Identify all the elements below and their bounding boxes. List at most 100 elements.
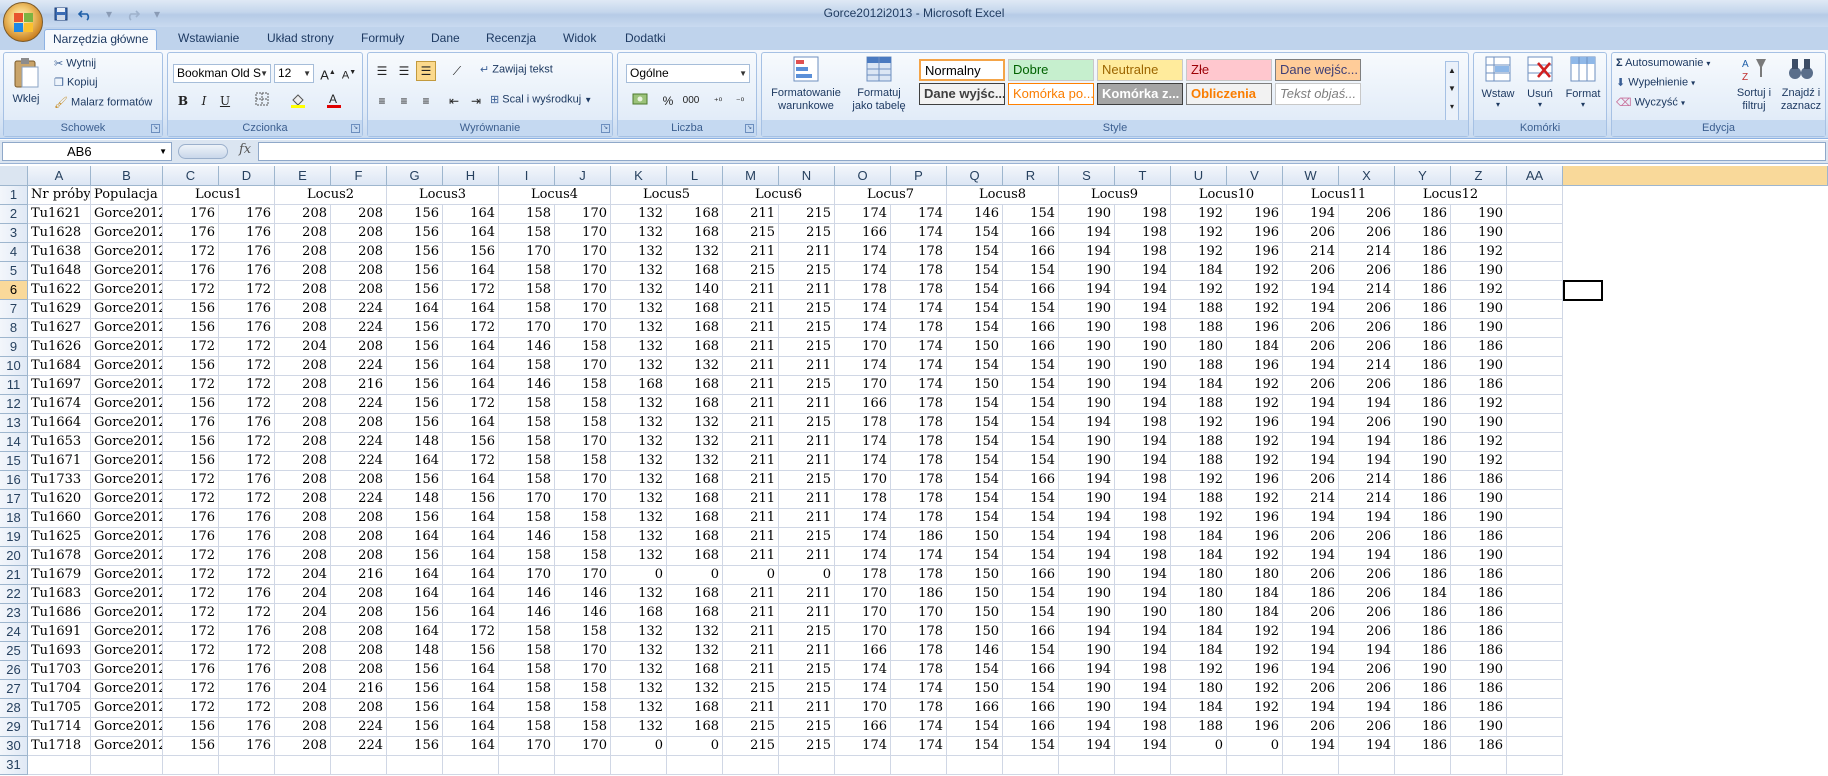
- cell[interactable]: Tu1683: [28, 585, 91, 604]
- cell[interactable]: 168: [611, 604, 667, 623]
- cell[interactable]: 154: [947, 300, 1003, 319]
- cell[interactable]: 132: [611, 300, 667, 319]
- worksheet-grid[interactable]: A B C D E F G H I J K L M N O P Q R S T U V W X Y Z AA 1 2 3 4 5 6 7 8 9 10…: [0, 166, 1828, 776]
- cell[interactable]: 154: [1003, 604, 1059, 623]
- cell[interactable]: 194: [1115, 490, 1171, 509]
- column-header-s[interactable]: S: [1059, 166, 1115, 186]
- cell[interactable]: [91, 756, 163, 775]
- cell[interactable]: 224: [331, 395, 387, 414]
- cell[interactable]: 208: [275, 661, 331, 680]
- align-right-button[interactable]: ≡: [416, 91, 436, 111]
- cell[interactable]: 140: [667, 281, 723, 300]
- cell[interactable]: 172: [163, 281, 219, 300]
- cell[interactable]: 150: [947, 528, 1003, 547]
- active-cell-cursor[interactable]: [1563, 280, 1603, 301]
- cell[interactable]: 211: [723, 699, 779, 718]
- cell[interactable]: 186: [1451, 642, 1507, 661]
- cell[interactable]: 164: [443, 205, 499, 224]
- cell[interactable]: [1507, 528, 1563, 547]
- cell[interactable]: 156: [387, 224, 443, 243]
- cell[interactable]: 132: [611, 547, 667, 566]
- cell[interactable]: Gorce2012: [91, 699, 163, 718]
- cell[interactable]: 194: [1115, 433, 1171, 452]
- cell[interactable]: Gorce2012: [91, 433, 163, 452]
- cell[interactable]: 208: [331, 471, 387, 490]
- row-header-12[interactable]: 12: [0, 395, 28, 414]
- cell[interactable]: 208: [331, 699, 387, 718]
- cell[interactable]: Tu1653: [28, 433, 91, 452]
- column-header-g[interactable]: G: [387, 166, 443, 186]
- cell[interactable]: 156: [387, 471, 443, 490]
- cell[interactable]: 211: [723, 490, 779, 509]
- cell[interactable]: 211: [723, 452, 779, 471]
- gallery-scroll[interactable]: ▲ ▼ ▾: [1445, 61, 1459, 121]
- cell[interactable]: 164: [443, 509, 499, 528]
- cell[interactable]: 190: [1451, 319, 1507, 338]
- cell[interactable]: 215: [779, 338, 835, 357]
- copy-button[interactable]: ❐ Kopiuj: [54, 76, 98, 89]
- row-header-24[interactable]: 24: [0, 623, 28, 642]
- cell[interactable]: 164: [443, 680, 499, 699]
- cell[interactable]: 194: [1115, 452, 1171, 471]
- cell[interactable]: 168: [667, 585, 723, 604]
- cell[interactable]: 168: [667, 528, 723, 547]
- cell[interactable]: Gorce2012: [91, 661, 163, 680]
- cell[interactable]: 168: [667, 661, 723, 680]
- cell[interactable]: 158: [555, 452, 611, 471]
- cell[interactable]: 184: [1171, 547, 1227, 566]
- cell[interactable]: 211: [723, 300, 779, 319]
- cell[interactable]: 176: [219, 319, 275, 338]
- cell[interactable]: 186: [1395, 471, 1451, 490]
- cell[interactable]: 172: [163, 547, 219, 566]
- row-header-19[interactable]: 19: [0, 528, 28, 547]
- cell[interactable]: 164: [443, 718, 499, 737]
- cell[interactable]: 194: [1283, 623, 1339, 642]
- cell[interactable]: 208: [331, 661, 387, 680]
- cell[interactable]: [947, 756, 1003, 775]
- cell[interactable]: 206: [1283, 338, 1339, 357]
- cell[interactable]: 190: [1059, 433, 1115, 452]
- cell[interactable]: [611, 756, 667, 775]
- cell[interactable]: 186: [1395, 528, 1451, 547]
- cell[interactable]: 194: [1283, 737, 1339, 756]
- cell[interactable]: 190: [1451, 661, 1507, 680]
- cell[interactable]: 164: [387, 452, 443, 471]
- cell[interactable]: 132: [611, 585, 667, 604]
- cell[interactable]: 158: [555, 376, 611, 395]
- cell[interactable]: 186: [891, 528, 947, 547]
- cell[interactable]: Tu1705: [28, 699, 91, 718]
- cell[interactable]: 215: [779, 319, 835, 338]
- cell[interactable]: 211: [723, 623, 779, 642]
- cell[interactable]: 178: [891, 262, 947, 281]
- cell-style-9[interactable]: Obliczenia: [1186, 83, 1272, 105]
- column-header-m[interactable]: M: [723, 166, 779, 186]
- cell[interactable]: 154: [1003, 205, 1059, 224]
- cell-style-2[interactable]: Dobre: [1008, 59, 1094, 81]
- cell[interactable]: 170: [499, 490, 555, 509]
- cell[interactable]: 194: [1283, 300, 1339, 319]
- cell[interactable]: 186: [1395, 300, 1451, 319]
- cell[interactable]: 170: [499, 243, 555, 262]
- cell[interactable]: [1507, 718, 1563, 737]
- cell[interactable]: 170: [835, 338, 891, 357]
- cell[interactable]: 0: [611, 566, 667, 585]
- row-header-25[interactable]: 25: [0, 642, 28, 661]
- cell[interactable]: 184: [1171, 642, 1227, 661]
- cell[interactable]: 190: [1059, 205, 1115, 224]
- cell[interactable]: 176: [219, 528, 275, 547]
- insert-cells-button[interactable]: Wstaw ▾: [1478, 55, 1518, 109]
- cell[interactable]: 194: [1059, 414, 1115, 433]
- cell[interactable]: 132: [667, 414, 723, 433]
- cell[interactable]: [1507, 395, 1563, 414]
- cell[interactable]: 186: [1451, 623, 1507, 642]
- cell[interactable]: 154: [1003, 528, 1059, 547]
- row-header-8[interactable]: 8: [0, 319, 28, 338]
- cell[interactable]: 194: [1339, 642, 1395, 661]
- cell[interactable]: 166: [1003, 471, 1059, 490]
- cell[interactable]: 168: [667, 376, 723, 395]
- cell[interactable]: 132: [611, 699, 667, 718]
- cell[interactable]: 204: [275, 338, 331, 357]
- cell[interactable]: 186: [1451, 680, 1507, 699]
- cell[interactable]: 168: [667, 338, 723, 357]
- cell[interactable]: [1507, 300, 1563, 319]
